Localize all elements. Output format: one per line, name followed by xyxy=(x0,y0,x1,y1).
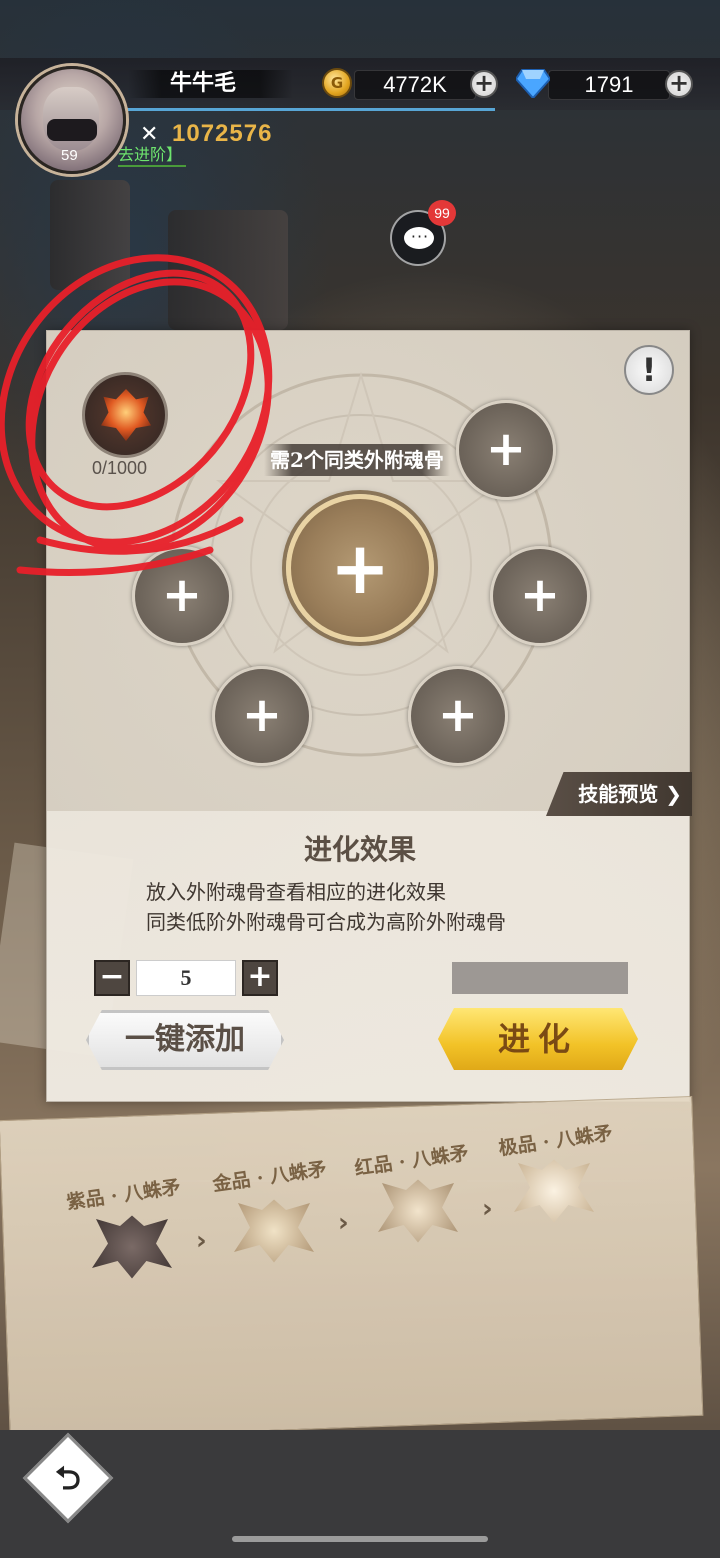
avatar[interactable]: 59 xyxy=(18,66,126,174)
material-count: 0/1000 xyxy=(92,458,148,478)
add-icon: + xyxy=(241,687,283,743)
arrow-right-icon: › xyxy=(196,1226,207,1256)
arrow-right-icon: › xyxy=(482,1194,493,1224)
material-slot-bottom-right[interactable]: + xyxy=(408,666,508,766)
one-click-add-button[interactable]: 一键添加 xyxy=(86,1010,284,1070)
evolve-button[interactable]: 进化 xyxy=(438,1008,638,1070)
add-gold-button[interactable]: + xyxy=(470,70,498,98)
gold-coin-icon: G xyxy=(322,68,352,98)
diamond-icon xyxy=(516,69,550,98)
material-slot-top-right[interactable]: + xyxy=(456,400,556,500)
material-slot-right[interactable]: + xyxy=(490,546,590,646)
evolution-stages-parchment xyxy=(0,1095,704,1441)
main-slot[interactable]: + xyxy=(286,494,434,642)
gold-value: 4772K xyxy=(383,72,447,97)
info-button[interactable]: ! xyxy=(624,345,674,395)
quantity-decrease-button[interactable]: − xyxy=(94,960,130,996)
add-diamond-button[interactable]: + xyxy=(665,70,693,98)
combat-power: 1072576 xyxy=(172,120,273,147)
player-name: 牛牛毛 xyxy=(169,71,236,96)
crossed-swords-icon: ✕ xyxy=(140,122,159,147)
effect-description-line-2: 同类低阶外附魂骨可合成为高阶外附魂骨 xyxy=(146,910,506,934)
effect-description-line-1: 放入外附魂骨查看相应的进化效果 xyxy=(146,880,446,904)
requirement-label: 需2个同类外附魂骨 xyxy=(264,444,450,476)
material-slot[interactable] xyxy=(82,372,168,458)
advance-link[interactable]: 去进阶】 xyxy=(118,145,187,167)
gold-counter: 4772K xyxy=(354,70,476,100)
add-icon: + xyxy=(161,567,203,623)
material-slot-bottom-left[interactable]: + xyxy=(212,666,312,766)
player-level: 59 xyxy=(61,147,78,164)
effect-title: 进化效果 xyxy=(303,833,416,866)
chat-dots: ··· xyxy=(410,227,430,246)
chat-badge: 99 xyxy=(428,200,456,226)
soul-bone-icon xyxy=(101,389,151,441)
quantity-increase-button[interactable]: + xyxy=(242,960,278,996)
diamond-counter: 1791 xyxy=(548,70,670,100)
home-indicator[interactable] xyxy=(232,1536,488,1542)
skill-preview-label: 技能预览 xyxy=(578,782,659,806)
skill-preview-button[interactable]: 技能预览 ❯ xyxy=(546,772,692,816)
exp-bar xyxy=(110,108,495,111)
diamond-value: 1791 xyxy=(584,72,634,97)
quantity-value[interactable]: 5 xyxy=(136,960,236,996)
material-slot-left[interactable]: + xyxy=(132,546,232,646)
back-arrow-icon: ⮌ xyxy=(55,1459,81,1497)
add-icon: + xyxy=(485,421,527,477)
add-icon: + xyxy=(329,526,391,610)
evolve-progress-bar xyxy=(452,962,628,994)
chevron-right-icon: ❯ xyxy=(658,782,682,806)
avatar-mask xyxy=(47,119,97,141)
add-icon: + xyxy=(437,687,479,743)
add-icon: + xyxy=(519,567,561,623)
background-book xyxy=(168,210,288,330)
background-book xyxy=(50,180,130,290)
arrow-right-icon: › xyxy=(338,1208,349,1238)
